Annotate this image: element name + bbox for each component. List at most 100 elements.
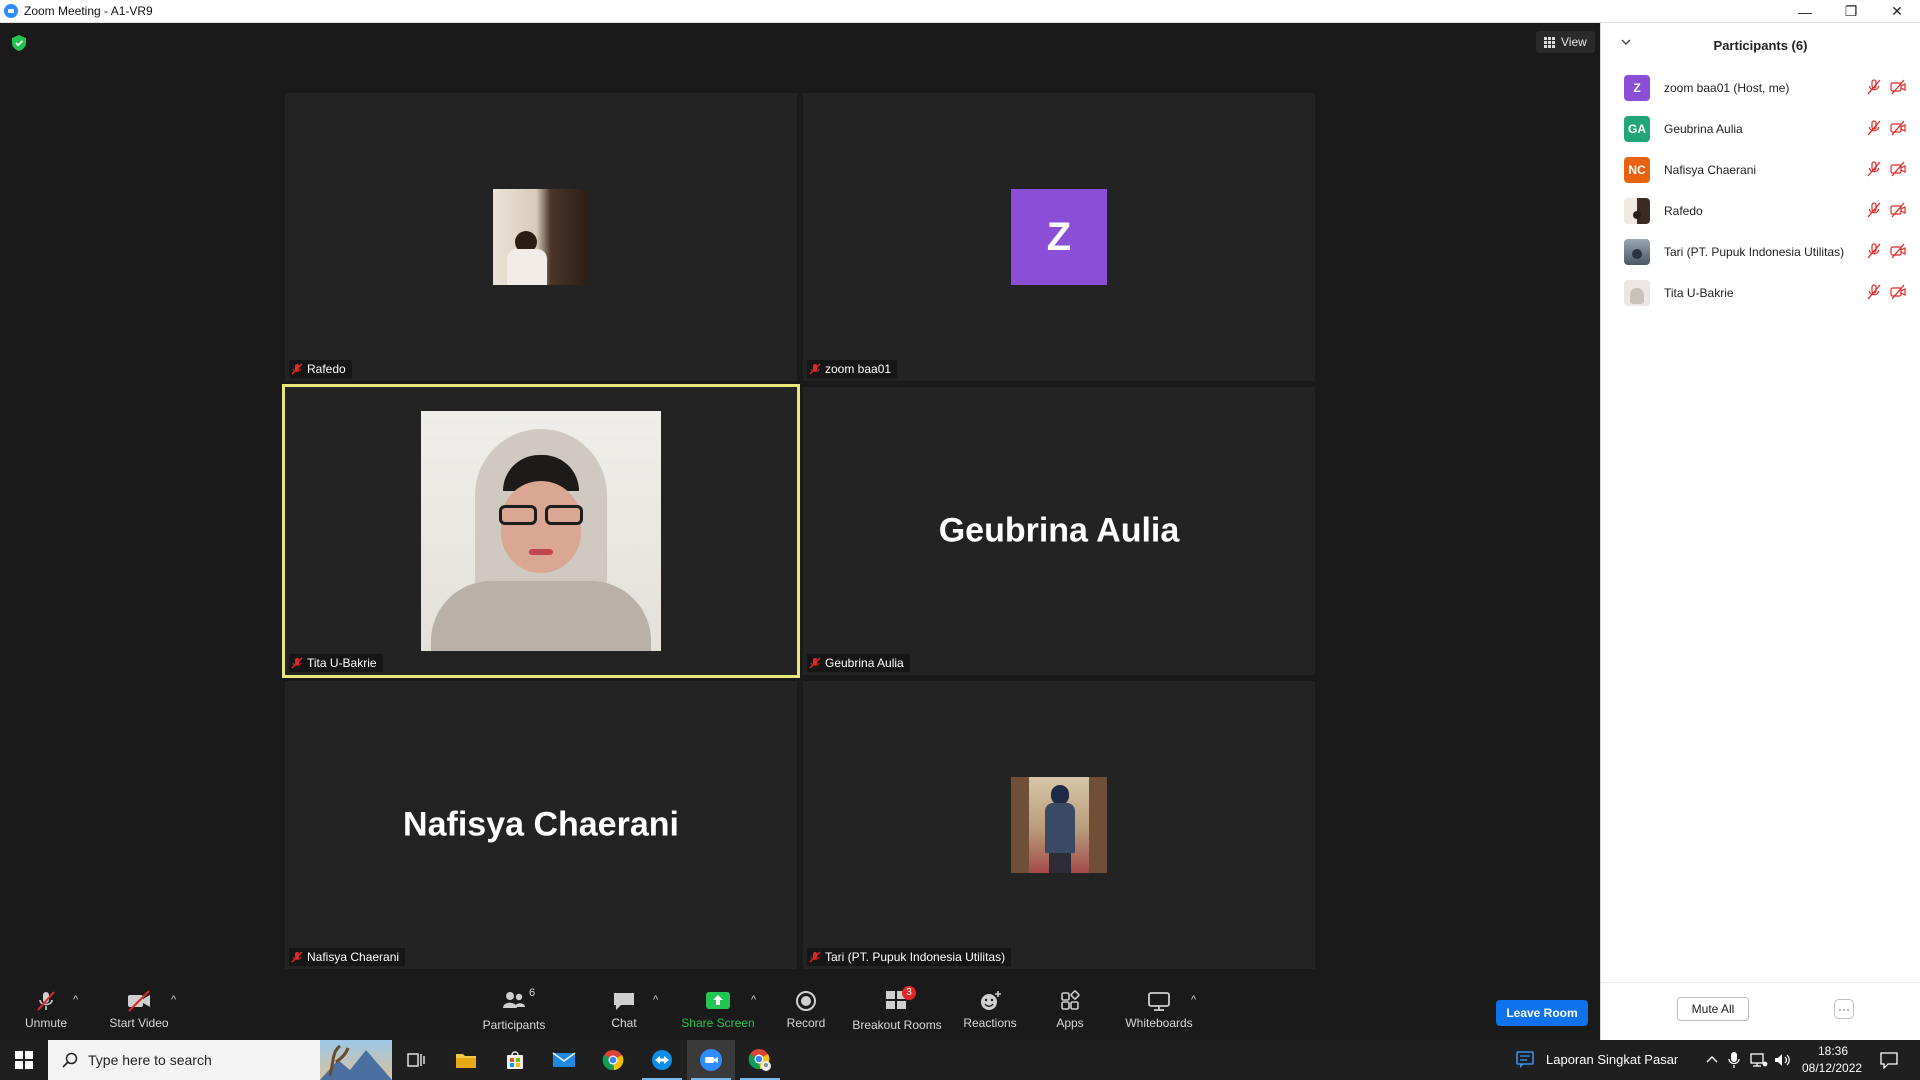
share-screen-label: Share Screen — [681, 1016, 755, 1030]
grid-icon — [1544, 36, 1555, 48]
breakout-rooms-label: Breakout Rooms — [852, 1017, 942, 1032]
start-video-label: Start Video — [109, 1016, 169, 1030]
chevron-down-icon[interactable] — [1621, 37, 1631, 47]
chevron-up-icon[interactable] — [1706, 1054, 1718, 1064]
video-tile-nafisya-chaerani[interactable]: Nafisya Chaerani Nafisya Chaerani — [285, 681, 797, 969]
participant-row[interactable]: Rafedo — [1601, 190, 1920, 231]
video-tile-zoom-baa01[interactable]: Z zoom baa01 — [803, 93, 1315, 381]
breakout-badge: 3 — [902, 985, 916, 1000]
record-button[interactable]: Record — [780, 980, 832, 1040]
avatar: GA — [1624, 115, 1650, 142]
participant-photo — [421, 411, 661, 651]
participant-row[interactable]: Tita U-Bakrie — [1601, 272, 1920, 313]
network-icon[interactable] — [1750, 1052, 1768, 1068]
audio-options-caret-icon[interactable]: ^ — [73, 994, 78, 1006]
video-off-icon[interactable] — [1890, 243, 1906, 259]
tile-name: Geubrina Aulia — [825, 656, 904, 670]
video-off-icon[interactable] — [1890, 284, 1906, 300]
chrome-icon[interactable] — [589, 1040, 637, 1080]
start-video-button[interactable]: Start Video — [104, 980, 174, 1040]
participant-row[interactable]: Z zoom baa01 (Host, me) — [1601, 67, 1920, 108]
microphone-icon[interactable] — [1728, 1051, 1740, 1069]
unmute-button[interactable]: Unmute — [16, 980, 76, 1040]
mic-muted-icon[interactable] — [1866, 284, 1882, 300]
chat-label: Chat — [611, 1016, 637, 1030]
video-off-icon[interactable] — [1890, 202, 1906, 218]
meeting-area: View Rafedo Z zoom baa01 Tita U-Bakrie G… — [0, 23, 1600, 1040]
task-view-icon[interactable] — [392, 1040, 440, 1080]
microsoft-store-icon[interactable] — [491, 1040, 539, 1080]
apps-button[interactable]: Apps — [1048, 980, 1092, 1040]
video-options-caret-icon[interactable]: ^ — [171, 994, 176, 1006]
action-center-icon[interactable] — [1880, 1051, 1898, 1069]
mic-muted-icon[interactable] — [1866, 161, 1882, 177]
meeting-toolbar: Unmute ^ Start Video ^ 6 Participants Ch… — [0, 980, 1600, 1040]
search-highlight-image — [320, 1040, 392, 1080]
participant-name: Tari (PT. Pupuk Indonesia Utilitas) — [1664, 244, 1845, 259]
participant-name: Nafisya Chaerani — [1664, 162, 1757, 177]
window-title: Zoom Meeting - A1-VR9 — [24, 4, 153, 18]
leave-room-button[interactable]: Leave Room — [1496, 1000, 1588, 1026]
taskbar-notification-text[interactable]: Laporan Singkat Pasar — [1546, 1052, 1678, 1067]
clock-time[interactable]: 18:36 — [1818, 1044, 1848, 1058]
clock-date[interactable]: 08/12/2022 — [1802, 1061, 1862, 1075]
tile-name: Tari (PT. Pupuk Indonesia Utilitas) — [825, 950, 1006, 964]
start-button[interactable] — [0, 1040, 48, 1080]
record-icon — [796, 991, 816, 1011]
video-tile-rafedo[interactable]: Rafedo — [285, 93, 797, 381]
chrome-profile-icon[interactable] — [736, 1040, 784, 1080]
whiteboards-label: Whiteboards — [1125, 1016, 1193, 1030]
shield-icon[interactable] — [12, 35, 26, 51]
participants-button[interactable]: 6 Participants — [478, 980, 550, 1040]
video-off-icon[interactable] — [1890, 161, 1906, 177]
participant-row[interactable]: Tari (PT. Pupuk Indonesia Utilitas) — [1601, 231, 1920, 272]
avatar — [1624, 238, 1650, 265]
video-off-icon[interactable] — [1890, 120, 1906, 136]
more-options-button[interactable]: ··· — [1834, 999, 1854, 1019]
share-screen-button[interactable]: Share Screen — [678, 980, 758, 1040]
mic-muted-icon[interactable] — [1866, 202, 1882, 218]
whiteboards-button[interactable]: Whiteboards — [1122, 980, 1196, 1040]
participant-photo — [1011, 777, 1107, 873]
zoom-taskbar-icon[interactable] — [687, 1040, 735, 1080]
view-label: View — [1561, 35, 1587, 49]
mic-muted-icon[interactable] — [1866, 120, 1882, 136]
mic-muted-icon[interactable] — [1866, 79, 1882, 95]
minimize-button[interactable]: — — [1782, 0, 1828, 23]
notification-app-icon[interactable] — [1516, 1051, 1536, 1069]
view-button[interactable]: View — [1536, 31, 1595, 53]
breakout-rooms-button[interactable]: 3 Breakout Rooms — [852, 980, 942, 1040]
reactions-icon — [981, 991, 1001, 1010]
reactions-button[interactable]: Reactions — [960, 980, 1020, 1040]
mail-icon[interactable] — [540, 1040, 588, 1080]
apps-label: Apps — [1056, 1016, 1084, 1030]
video-tile-tita-u-bakrie[interactable]: Tita U-Bakrie — [282, 384, 800, 678]
video-tile-geubrina-aulia[interactable]: Geubrina Aulia Geubrina Aulia — [803, 387, 1315, 675]
file-explorer-icon[interactable] — [442, 1040, 490, 1080]
participant-row[interactable]: GA Geubrina Aulia — [1601, 108, 1920, 149]
participants-panel: Participants (6) Z zoom baa01 (Host, me)… — [1600, 23, 1920, 1040]
volume-icon[interactable] — [1774, 1052, 1792, 1068]
mic-muted-icon — [809, 951, 821, 963]
chat-options-caret-icon[interactable]: ^ — [653, 994, 658, 1006]
participants-icon — [503, 991, 525, 1008]
mute-all-button[interactable]: Mute All — [1677, 997, 1749, 1021]
mic-muted-icon[interactable] — [1866, 243, 1882, 259]
teamviewer-icon[interactable] — [638, 1040, 686, 1080]
mic-muted-icon — [809, 363, 821, 375]
close-button[interactable]: ✕ — [1874, 0, 1920, 23]
reactions-label: Reactions — [963, 1016, 1017, 1030]
participant-display-name: Nafisya Chaerani — [403, 805, 679, 844]
panel-footer: Mute All ··· — [1601, 982, 1920, 1040]
share-options-caret-icon[interactable]: ^ — [751, 994, 756, 1006]
whiteboard-options-caret-icon[interactable]: ^ — [1191, 994, 1196, 1006]
chat-button[interactable]: Chat — [600, 980, 648, 1040]
video-off-icon[interactable] — [1890, 79, 1906, 95]
participant-row[interactable]: NC Nafisya Chaerani — [1601, 149, 1920, 190]
restore-button[interactable]: ❐ — [1828, 0, 1874, 23]
mic-muted-icon — [37, 991, 55, 1011]
unmute-label: Unmute — [24, 1016, 68, 1030]
taskbar-search-box[interactable]: Type here to search — [48, 1040, 392, 1080]
mic-muted-icon — [291, 657, 303, 669]
video-tile-tari[interactable]: Tari (PT. Pupuk Indonesia Utilitas) — [803, 681, 1315, 969]
